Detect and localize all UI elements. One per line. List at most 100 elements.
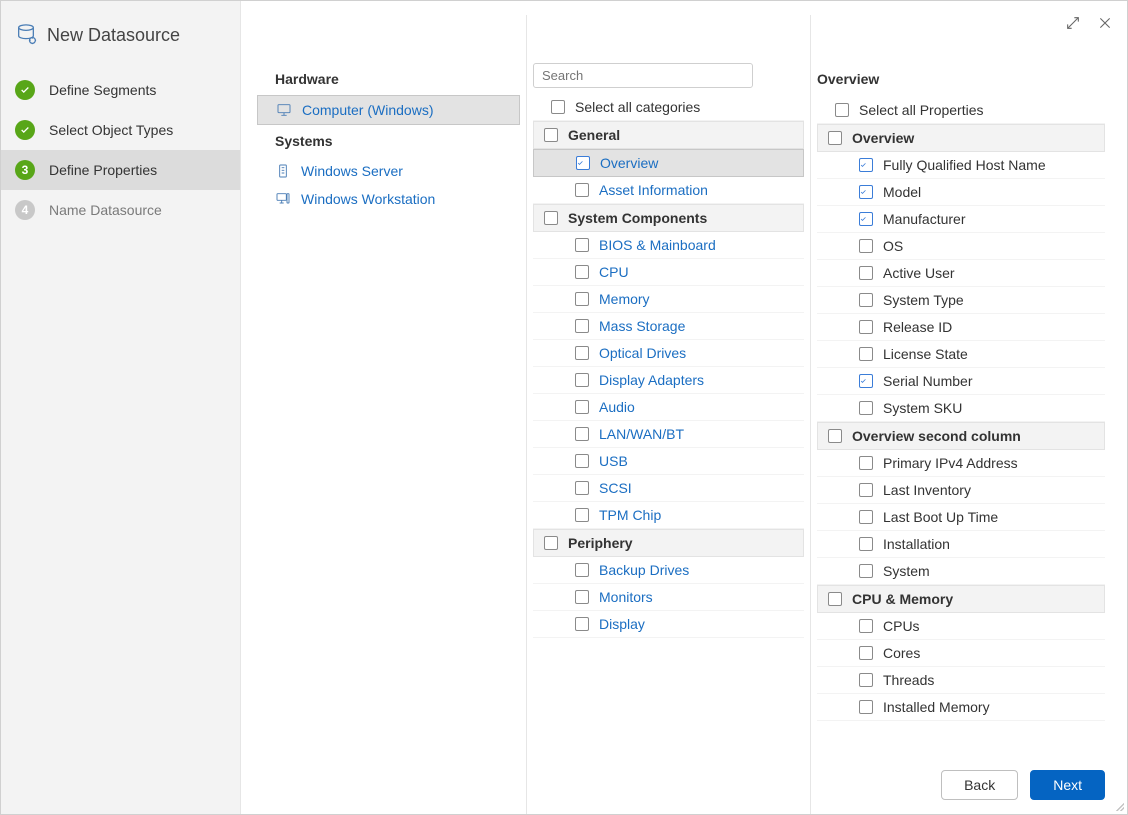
checkbox-icon[interactable] <box>859 401 873 415</box>
close-icon[interactable] <box>1093 11 1117 35</box>
checkbox-icon[interactable] <box>575 400 589 414</box>
checkbox-icon[interactable] <box>859 158 873 172</box>
checkbox-icon[interactable] <box>859 293 873 307</box>
checkbox-icon[interactable] <box>544 211 558 225</box>
checkbox-icon[interactable] <box>575 346 589 360</box>
checkbox-icon[interactable] <box>859 347 873 361</box>
property-item[interactable]: Fully Qualified Host Name <box>817 152 1105 179</box>
property-item[interactable]: Active User <box>817 260 1105 287</box>
checkbox-icon[interactable] <box>575 183 589 197</box>
step-1[interactable]: Define Segments <box>1 70 240 110</box>
checkbox-icon[interactable] <box>575 454 589 468</box>
checkbox-icon[interactable] <box>575 292 589 306</box>
object-item[interactable]: Computer (Windows) <box>257 95 520 125</box>
property-item[interactable]: Primary IPv4 Address <box>817 450 1105 477</box>
category-item[interactable]: CPU <box>533 259 804 286</box>
property-item[interactable]: Threads <box>817 667 1105 694</box>
category-item[interactable]: USB <box>533 448 804 475</box>
checkbox-icon[interactable] <box>859 266 873 280</box>
checkbox-icon[interactable] <box>859 673 873 687</box>
category-item[interactable]: Overview <box>533 149 804 177</box>
category-item[interactable]: SCSI <box>533 475 804 502</box>
select-all-categories[interactable]: Select all categories <box>533 94 804 121</box>
checkbox-icon[interactable] <box>859 564 873 578</box>
checkbox-icon[interactable] <box>859 483 873 497</box>
checkbox-icon[interactable] <box>575 427 589 441</box>
property-item[interactable]: Manufacturer <box>817 206 1105 233</box>
property-item[interactable]: Installation <box>817 531 1105 558</box>
checkbox-icon[interactable] <box>576 156 590 170</box>
property-group-header[interactable]: Overview <box>817 124 1105 152</box>
checkbox-icon[interactable] <box>575 373 589 387</box>
category-item[interactable]: Display Adapters <box>533 367 804 394</box>
checkbox-icon[interactable] <box>575 238 589 252</box>
checkbox-icon[interactable] <box>828 131 842 145</box>
property-item[interactable]: System SKU <box>817 395 1105 422</box>
checkbox-icon[interactable] <box>859 212 873 226</box>
property-item[interactable]: License State <box>817 341 1105 368</box>
property-item[interactable]: Release ID <box>817 314 1105 341</box>
category-item[interactable]: BIOS & Mainboard <box>533 232 804 259</box>
property-item[interactable]: Last Boot Up Time <box>817 504 1105 531</box>
checkbox-icon[interactable] <box>551 100 565 114</box>
checkbox-icon[interactable] <box>575 481 589 495</box>
object-item[interactable]: Windows Server <box>257 157 520 185</box>
checkbox-icon[interactable] <box>575 563 589 577</box>
checkbox-icon[interactable] <box>859 537 873 551</box>
category-item[interactable]: Optical Drives <box>533 340 804 367</box>
property-item[interactable]: CPUs <box>817 613 1105 640</box>
checkbox-icon[interactable] <box>575 617 589 631</box>
property-item[interactable]: System Type <box>817 287 1105 314</box>
category-group-header[interactable]: General <box>533 121 804 149</box>
category-item[interactable]: Memory <box>533 286 804 313</box>
category-item[interactable]: Asset Information <box>533 177 804 204</box>
property-item[interactable]: Last Inventory <box>817 477 1105 504</box>
checkbox-icon[interactable] <box>859 320 873 334</box>
checkbox-icon[interactable] <box>575 590 589 604</box>
checkbox-icon[interactable] <box>859 700 873 714</box>
property-group-header[interactable]: Overview second column <box>817 422 1105 450</box>
category-item[interactable]: Display <box>533 611 804 638</box>
checkbox-icon[interactable] <box>859 619 873 633</box>
checkbox-icon[interactable] <box>859 185 873 199</box>
checkbox-icon[interactable] <box>835 103 849 117</box>
maximize-icon[interactable] <box>1061 11 1085 35</box>
category-item[interactable]: Mass Storage <box>533 313 804 340</box>
category-item[interactable]: LAN/WAN/BT <box>533 421 804 448</box>
property-item[interactable]: OS <box>817 233 1105 260</box>
property-item[interactable]: System <box>817 558 1105 585</box>
category-group-header[interactable]: System Components <box>533 204 804 232</box>
select-all-properties[interactable]: Select all Properties <box>817 97 1105 124</box>
checkbox-icon[interactable] <box>859 646 873 660</box>
property-item[interactable]: Model <box>817 179 1105 206</box>
checkbox-icon[interactable] <box>575 265 589 279</box>
checkbox-icon[interactable] <box>828 592 842 606</box>
next-button[interactable]: Next <box>1030 770 1105 800</box>
back-button[interactable]: Back <box>941 770 1018 800</box>
checkbox-icon[interactable] <box>575 508 589 522</box>
group-label: System Components <box>568 210 707 226</box>
checkbox-icon[interactable] <box>859 374 873 388</box>
category-item[interactable]: Audio <box>533 394 804 421</box>
category-item[interactable]: Monitors <box>533 584 804 611</box>
object-item[interactable]: Windows Workstation <box>257 185 520 213</box>
step-3[interactable]: 3Define Properties <box>1 150 240 190</box>
category-item[interactable]: Backup Drives <box>533 557 804 584</box>
search-input[interactable] <box>533 63 753 88</box>
resize-grip-icon[interactable] <box>1111 798 1125 812</box>
checkbox-icon[interactable] <box>828 429 842 443</box>
property-item[interactable]: Cores <box>817 640 1105 667</box>
category-item[interactable]: TPM Chip <box>533 502 804 529</box>
property-item[interactable]: Installed Memory <box>817 694 1105 721</box>
checkbox-icon[interactable] <box>859 510 873 524</box>
property-item[interactable]: Serial Number <box>817 368 1105 395</box>
step-2[interactable]: Select Object Types <box>1 110 240 150</box>
checkbox-icon[interactable] <box>859 239 873 253</box>
property-group-header[interactable]: CPU & Memory <box>817 585 1105 613</box>
checkbox-icon[interactable] <box>544 536 558 550</box>
checkbox-icon[interactable] <box>575 319 589 333</box>
checkbox-icon[interactable] <box>859 456 873 470</box>
category-group-header[interactable]: Periphery <box>533 529 804 557</box>
item-label: OS <box>883 238 903 254</box>
checkbox-icon[interactable] <box>544 128 558 142</box>
